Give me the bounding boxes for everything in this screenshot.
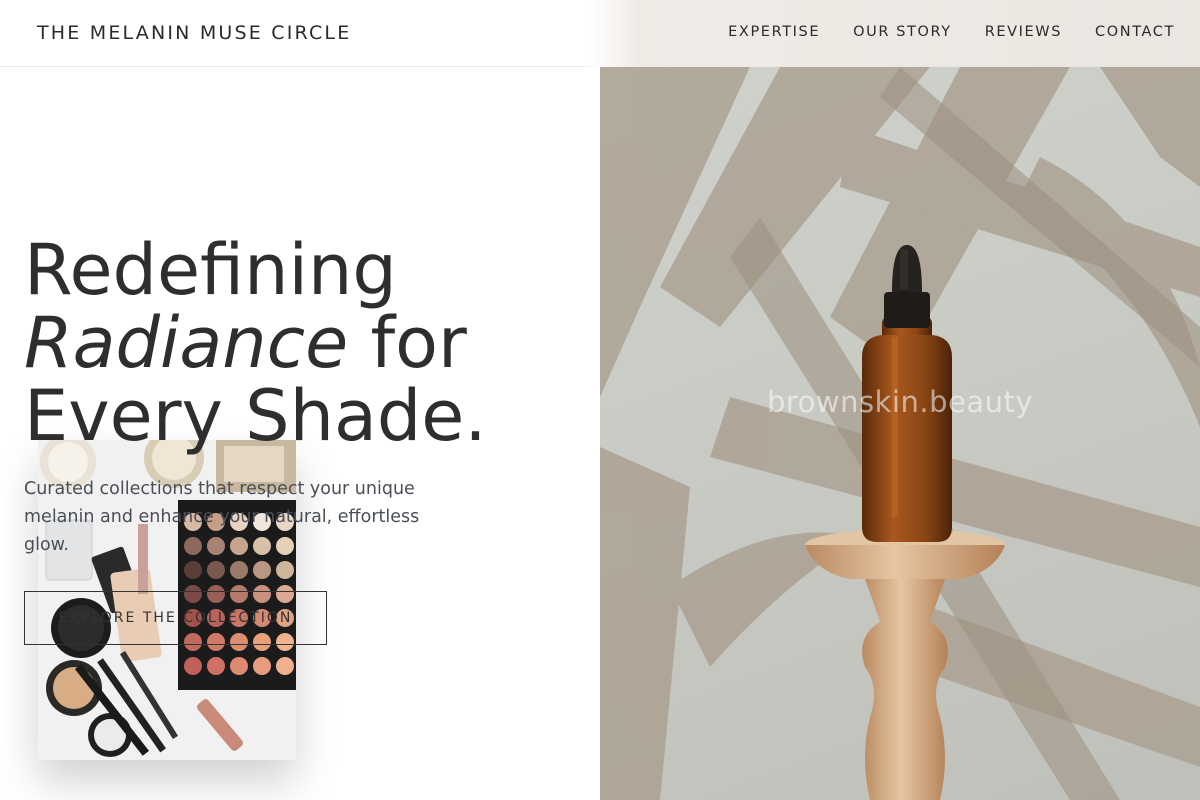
photo-watermark: brownskin.beauty bbox=[766, 385, 1034, 419]
hero-headline: Redefining Radiance for Every Shade. bbox=[24, 234, 584, 453]
site-header: THE MELANIN MUSE CIRCLE EXPERTISE OUR ST… bbox=[0, 0, 1200, 67]
hero-subtext: Curated collections that respect your un… bbox=[24, 479, 420, 555]
nav-expertise[interactable]: EXPERTISE bbox=[728, 24, 820, 40]
serum-bottle-illustration bbox=[600, 67, 1200, 800]
explore-collection-button[interactable]: EXPLORE THE COLLECTION bbox=[24, 591, 327, 645]
nav-reviews[interactable]: REVIEWS bbox=[985, 24, 1062, 40]
nav-contact[interactable]: CONTACT bbox=[1095, 24, 1175, 40]
headline-line1: Redefining bbox=[24, 229, 397, 311]
headline-line3: Every Shade. bbox=[24, 375, 487, 457]
headline-line2-rest: for bbox=[348, 302, 467, 384]
hero-photo-serum-bottle: brownskin.beauty bbox=[600, 67, 1200, 800]
headline-emphasis: Radiance bbox=[24, 302, 349, 384]
nav-our-story[interactable]: OUR STORY bbox=[853, 24, 952, 40]
brand-logo[interactable]: THE MELANIN MUSE CIRCLE bbox=[37, 22, 351, 44]
main-nav: EXPERTISE OUR STORY REVIEWS CONTACT bbox=[728, 24, 1175, 40]
